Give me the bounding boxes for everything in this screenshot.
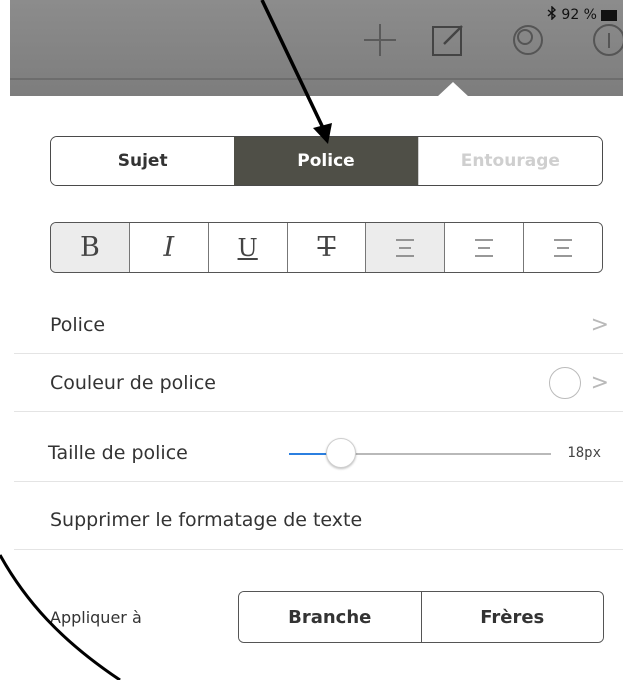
font-color-swatch[interactable] [549, 366, 581, 399]
apply-branch-button[interactable]: Branche [239, 592, 421, 642]
align-left-icon [396, 238, 415, 257]
align-center-icon [475, 238, 494, 257]
add-icon[interactable] [360, 18, 400, 62]
chevron-right-icon: > [590, 370, 609, 395]
style-icon[interactable] [505, 18, 551, 62]
font-size-label: Taille de police [48, 441, 188, 464]
font-color-label: Couleur de police [50, 371, 216, 394]
edit-frame-icon[interactable] [428, 18, 468, 62]
font-row-label: Police [50, 313, 106, 336]
strikethrough-button[interactable]: T [287, 223, 367, 272]
popover-caret [437, 82, 469, 97]
font-size-value: 18px [567, 444, 601, 461]
clear-format-row[interactable]: Supprimer le formatage de texte [14, 490, 623, 550]
slider-knob[interactable] [326, 437, 357, 468]
font-row[interactable]: Police > [14, 296, 623, 354]
align-left-button[interactable] [366, 223, 446, 272]
align-right-icon [554, 238, 573, 257]
bold-button[interactable]: B [51, 223, 130, 272]
apply-to-selector: Branche Frères [238, 591, 604, 643]
font-size-row: Taille de police 18px [14, 424, 623, 482]
clear-format-label: Supprimer le formatage de texte [50, 508, 363, 531]
chevron-right-icon: > [590, 312, 609, 337]
align-right-button[interactable] [524, 223, 602, 272]
info-icon[interactable] [583, 18, 623, 62]
apply-to-label: Appliquer à [50, 608, 142, 627]
tab-sujet[interactable]: Sujet [51, 137, 235, 185]
tab-entourage[interactable]: Entourage [417, 137, 602, 185]
text-format-bar: B I U T [50, 222, 603, 273]
italic-button[interactable]: I [129, 223, 209, 272]
font-size-slider[interactable] [289, 437, 551, 468]
underline-button[interactable]: U [208, 223, 288, 272]
font-color-row[interactable]: Couleur de police > [14, 354, 623, 412]
align-center-button[interactable] [445, 223, 525, 272]
tab-bar: Sujet Police Entourage [50, 136, 603, 186]
tab-police[interactable]: Police [234, 137, 418, 185]
toolbar-divider [10, 78, 623, 80]
apply-siblings-button[interactable]: Frères [420, 592, 603, 642]
